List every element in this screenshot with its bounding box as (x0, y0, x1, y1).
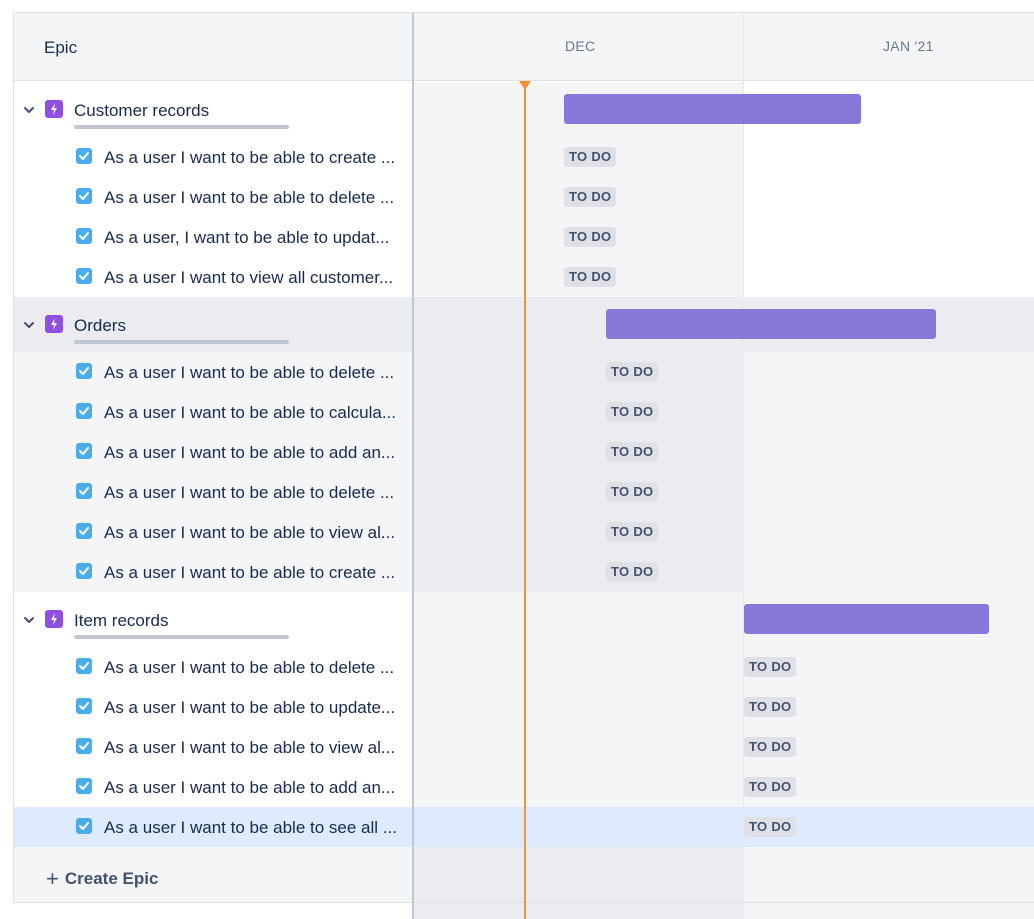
story-title[interactable]: As a user I want to be able to create ..… (104, 148, 395, 168)
status-lozenge: TO DO (606, 482, 659, 502)
epic-timeline-bar[interactable] (564, 94, 861, 124)
story-checkbox-icon (76, 698, 92, 714)
story-title[interactable]: As a user I want to be able to add an... (104, 443, 395, 463)
epic-title[interactable]: Customer records (74, 101, 209, 121)
epic-lightning-icon (45, 610, 63, 628)
story-title[interactable]: As a user, I want to be able to updat... (104, 228, 389, 248)
status-lozenge: TO DO (744, 817, 797, 837)
story-title[interactable]: As a user I want to be able to calcula..… (104, 403, 396, 423)
story-checkbox-icon (76, 363, 92, 379)
list-left-border (13, 12, 14, 902)
story-title[interactable]: As a user I want to be able to view al..… (104, 738, 395, 758)
story-title[interactable]: As a user I want to view all customer... (104, 268, 393, 288)
status-lozenge: TO DO (564, 187, 617, 207)
story-title[interactable]: As a user I want to be able to delete ..… (104, 188, 394, 208)
today-marker-line (524, 84, 526, 919)
story-title[interactable]: As a user I want to be able to delete ..… (104, 483, 394, 503)
chevron-down-icon[interactable] (22, 613, 36, 627)
create-epic-button[interactable]: + Create Epic (46, 864, 159, 891)
epic-progress-bar (74, 125, 289, 129)
plus-icon: + (46, 866, 59, 891)
today-marker-triangle-icon (519, 81, 531, 90)
story-checkbox-icon (76, 188, 92, 204)
story-checkbox-icon (76, 523, 92, 539)
story-title[interactable]: As a user I want to be able to create ..… (104, 563, 395, 583)
story-title[interactable]: As a user I want to be able to update... (104, 698, 395, 718)
story-checkbox-icon (76, 658, 92, 674)
status-lozenge: TO DO (564, 147, 617, 167)
epic-lightning-icon (45, 315, 63, 333)
epic-lightning-icon (45, 100, 63, 118)
roadmap-view: Epic DEC JAN '21 Customer records As a u… (0, 0, 1034, 919)
epic-timeline-bar[interactable] (606, 309, 936, 339)
story-checkbox-icon (76, 148, 92, 164)
story-checkbox-icon (76, 443, 92, 459)
status-lozenge: TO DO (744, 697, 797, 717)
story-title[interactable]: As a user I want to be able to delete ..… (104, 363, 394, 383)
panel-resize-handle[interactable] (412, 13, 414, 919)
status-lozenge: TO DO (606, 562, 659, 582)
story-checkbox-icon (76, 778, 92, 794)
story-checkbox-icon (76, 228, 92, 244)
epic-title[interactable]: Item records (74, 611, 168, 631)
month-label-jan: JAN '21 (883, 38, 934, 54)
epic-title[interactable]: Orders (74, 316, 126, 336)
footer-past-bg (414, 847, 743, 919)
status-lozenge: TO DO (564, 227, 617, 247)
story-title[interactable]: As a user I want to be able to delete ..… (104, 658, 394, 678)
epic-column-header: Epic (44, 38, 78, 57)
epic-progress-bar (74, 635, 289, 639)
orders-stories-past-bg (414, 352, 743, 592)
story-title[interactable]: As a user I want to be able to add an... (104, 778, 395, 798)
status-lozenge: TO DO (606, 442, 659, 462)
status-lozenge: TO DO (744, 777, 797, 797)
status-lozenge: TO DO (744, 657, 797, 677)
story-checkbox-icon (76, 738, 92, 754)
roadmap-header (13, 12, 1034, 81)
status-lozenge: TO DO (564, 267, 617, 287)
status-lozenge: TO DO (744, 737, 797, 757)
story-title[interactable]: As a user I want to be able to view al..… (104, 523, 395, 543)
story-checkbox-icon (76, 403, 92, 419)
epic-progress-bar (74, 340, 289, 344)
status-lozenge: TO DO (606, 522, 659, 542)
chevron-down-icon[interactable] (22, 103, 36, 117)
status-lozenge: TO DO (606, 362, 659, 382)
story-checkbox-icon (76, 268, 92, 284)
epic-timeline-bar[interactable] (744, 604, 989, 634)
story-title-selected[interactable]: As a user I want to be able to see all .… (104, 818, 397, 838)
orders-stories-future-bg (744, 352, 1034, 592)
story-checkbox-icon (76, 818, 92, 834)
story-checkbox-icon (76, 483, 92, 499)
create-epic-label: Create Epic (64, 869, 159, 888)
chevron-down-icon[interactable] (22, 318, 36, 332)
orders-stories-left-bg (14, 352, 412, 592)
month-label-dec: DEC (565, 38, 596, 54)
status-lozenge: TO DO (606, 402, 659, 422)
story-checkbox-icon (76, 563, 92, 579)
